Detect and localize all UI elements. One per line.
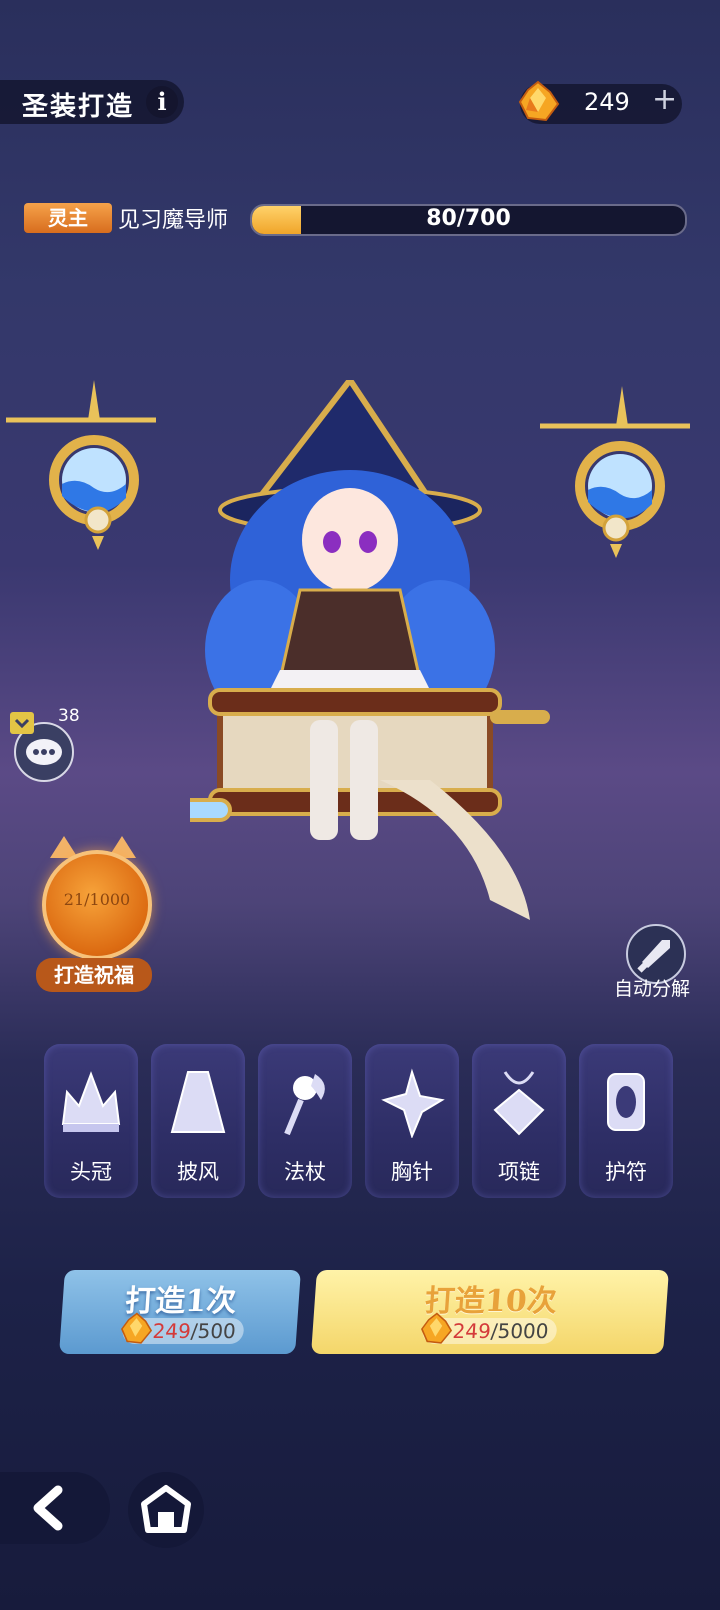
slot-amulet[interactable]: 护符 xyxy=(579,1044,673,1198)
slot-label: 法杖 xyxy=(284,1160,326,1184)
forge-once-button[interactable]: 打造1次 249/500 xyxy=(59,1270,301,1354)
forge-once-cost: 249/500 xyxy=(121,1312,245,1344)
rank-badge: 灵主 xyxy=(24,203,112,233)
forge-ten-owned: 249 xyxy=(451,1319,492,1343)
forge-once-required: /500 xyxy=(190,1319,237,1343)
home-button[interactable] xyxy=(128,1472,204,1548)
forge-once-owned: 249 xyxy=(151,1319,192,1343)
slot-label: 胸针 xyxy=(391,1160,433,1184)
slot-crown[interactable]: 头冠 xyxy=(44,1044,138,1198)
auto-decompose-label: 自动分解 xyxy=(614,978,691,1000)
chat-notify-icon xyxy=(10,712,34,734)
level-progress-text: 80/700 xyxy=(426,206,511,231)
forge-ten-title: 打造10次 xyxy=(423,1284,558,1319)
slot-label: 头冠 xyxy=(70,1160,112,1184)
gem-crystal-icon xyxy=(121,1312,153,1344)
page-title: 圣装打造 xyxy=(22,92,135,122)
slot-necklace[interactable]: 项链 xyxy=(472,1044,566,1198)
slot-label: 护符 xyxy=(605,1160,647,1184)
forge-ten-cost: 249/5000 xyxy=(421,1312,558,1344)
home-icon xyxy=(141,1485,191,1533)
brooch-icon xyxy=(381,1068,445,1138)
slot-staff[interactable]: 法杖 xyxy=(258,1044,352,1198)
forge-ten-button[interactable]: 打造10次 249/5000 xyxy=(311,1270,669,1354)
forge-ten-required: /5000 xyxy=(490,1319,550,1343)
crown-icon xyxy=(61,1071,121,1132)
rank-title: 见习魔导师 xyxy=(118,208,229,233)
back-button[interactable] xyxy=(0,1472,110,1544)
blessing-label[interactable]: 打造祝福 xyxy=(36,958,152,992)
slot-label: 披风 xyxy=(177,1160,219,1184)
blessing-count: 21/1000 xyxy=(63,890,131,909)
mage-character-illustration xyxy=(190,380,550,920)
gem-crystal-icon xyxy=(421,1312,453,1344)
cape-icon xyxy=(170,1071,226,1133)
hourglass-ornament-left-icon xyxy=(6,380,156,550)
currency-amount: 249 xyxy=(584,88,630,116)
slot-cape[interactable]: 披风 xyxy=(151,1044,245,1198)
back-arrow-icon xyxy=(33,1485,63,1531)
gem-crystal-icon xyxy=(518,80,560,122)
necklace-icon xyxy=(493,1071,545,1136)
slot-brooch[interactable]: 胸针 xyxy=(365,1044,459,1198)
chat-unread-count: 38 xyxy=(58,706,80,726)
slot-label: 项链 xyxy=(498,1160,540,1184)
add-currency-button[interactable]: + xyxy=(652,82,677,117)
forge-once-title: 打造1次 xyxy=(124,1284,238,1319)
info-button[interactable]: i xyxy=(146,86,178,118)
staff-icon xyxy=(284,1074,325,1136)
amulet-icon xyxy=(607,1073,645,1131)
